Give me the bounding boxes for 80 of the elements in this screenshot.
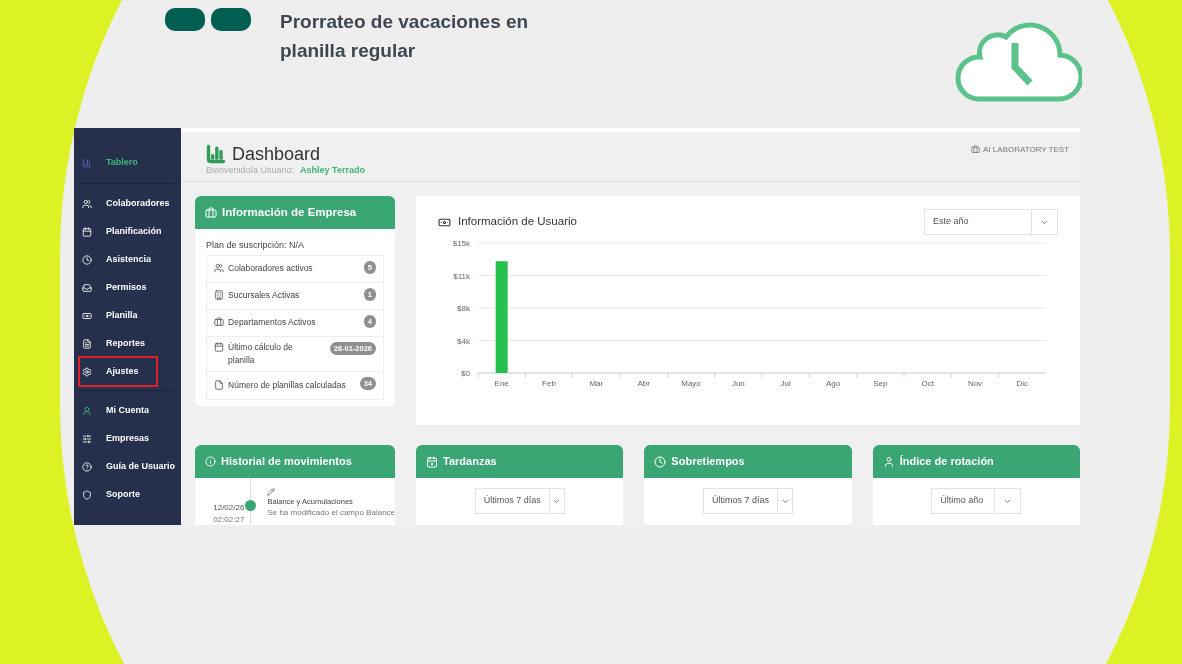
axis-label: Feb <box>542 379 556 388</box>
card-title: Índice de rotación <box>899 454 994 470</box>
sidebar-item[interactable]: Ajustes <box>80 358 156 385</box>
axis-label: $4k <box>457 336 471 346</box>
card-title: Información de Empresa <box>222 204 357 220</box>
plan-label: Plan de suscripción: N/A <box>206 239 306 252</box>
user-name: Ashley Terrado <box>300 163 365 177</box>
menu-icon <box>82 226 92 237</box>
sidebar-item[interactable]: Empresas <box>80 425 176 452</box>
sidebar-item[interactable]: Tablero <box>80 149 176 176</box>
row-icon <box>214 317 225 327</box>
axis-label: $0 <box>461 369 471 378</box>
axis-label: Mayo <box>681 379 701 388</box>
sidebar-item[interactable]: Colaboradores <box>80 190 176 217</box>
card-title: Tardanzas <box>443 454 497 470</box>
menu-icon <box>82 405 92 416</box>
menu-icon <box>82 310 92 321</box>
row-icon <box>214 379 225 390</box>
sidebar-item[interactable]: Planilla <box>80 302 176 329</box>
entry-time: 02:02:27 <box>213 514 245 525</box>
row-icon <box>214 290 225 300</box>
sidebar-item[interactable]: Soporte <box>80 481 176 508</box>
welcome-label: Bienvenido/a Usuario: <box>206 163 295 177</box>
info-icon <box>205 456 217 467</box>
period-select[interactable]: Último año <box>931 488 1022 514</box>
menu-icon <box>82 338 92 349</box>
card-title: Sobretiempos <box>671 454 745 470</box>
sidebar-item[interactable]: Guía de Usuario <box>80 453 176 480</box>
edit-icon <box>267 488 276 496</box>
axis-label: Nov <box>967 379 983 388</box>
menu-icon <box>82 282 92 293</box>
period-select[interactable]: Este año <box>924 209 1059 235</box>
company-name: AI LABORATORY TEST <box>983 143 1070 156</box>
axis-label: Mar <box>589 379 604 388</box>
menu-icon <box>82 489 92 500</box>
menu-icon <box>82 461 92 472</box>
axis-label: Ago <box>825 379 841 388</box>
card-title: Historial de movimientos <box>221 454 352 470</box>
entry-date: 12/02/26 <box>213 502 245 514</box>
axis-label: Jul <box>780 379 791 388</box>
card-title: Información de Usuario <box>458 214 577 230</box>
row-label: Colaboradores activos <box>228 262 313 275</box>
period-select[interactable]: Últimos 7 días <box>703 488 793 514</box>
menu-icon <box>82 157 92 168</box>
widget-icon <box>882 455 895 468</box>
sidebar-item[interactable]: Asistencia <box>80 246 176 273</box>
row-label: Último cálculo de planilla <box>228 340 294 367</box>
pill-icon <box>211 8 251 31</box>
slide-title: Prorrateo de vacaciones en planilla regular <box>280 10 530 63</box>
pill-icon <box>165 8 205 31</box>
entry-text: Se ha modificado el campo Balance <box>267 507 396 520</box>
row-label: Sucursales Activas <box>228 289 300 302</box>
row-label: Departamentos Activos <box>228 316 316 329</box>
sidebar-item[interactable]: Planificación <box>80 218 176 245</box>
axis-label: Oct <box>921 379 934 388</box>
menu-icon <box>82 254 92 265</box>
menu-icon <box>82 198 92 209</box>
axis-label: Ene <box>494 379 509 388</box>
axis-label: Sep <box>873 379 888 388</box>
menu-icon <box>82 433 92 444</box>
row-icon <box>214 263 225 273</box>
sidebar-item[interactable]: Reportes <box>80 330 176 357</box>
row-icon <box>214 341 225 352</box>
period-select[interactable]: Últimos 7 días <box>474 488 565 514</box>
briefcase-icon <box>971 145 981 154</box>
menu-icon <box>82 366 92 377</box>
briefcase-icon <box>205 206 218 219</box>
axis-label: Abr <box>637 379 650 388</box>
axis-label: Dic <box>1016 379 1029 388</box>
sidebar-item[interactable]: Mi Cuenta <box>80 397 176 424</box>
axis-label: $11k <box>453 271 471 281</box>
row-label: Número de planillas calculadas <box>228 378 346 392</box>
widget-icon <box>426 455 439 468</box>
axis-label: $15k <box>452 239 471 248</box>
page-title: Dashboard <box>232 143 321 164</box>
widget-icon <box>654 455 667 468</box>
sidebar-item[interactable]: Permisos <box>80 274 176 301</box>
axis-label: $8k <box>457 304 471 313</box>
axis-label: Jun <box>731 379 745 388</box>
dashboard-icon <box>206 143 227 164</box>
